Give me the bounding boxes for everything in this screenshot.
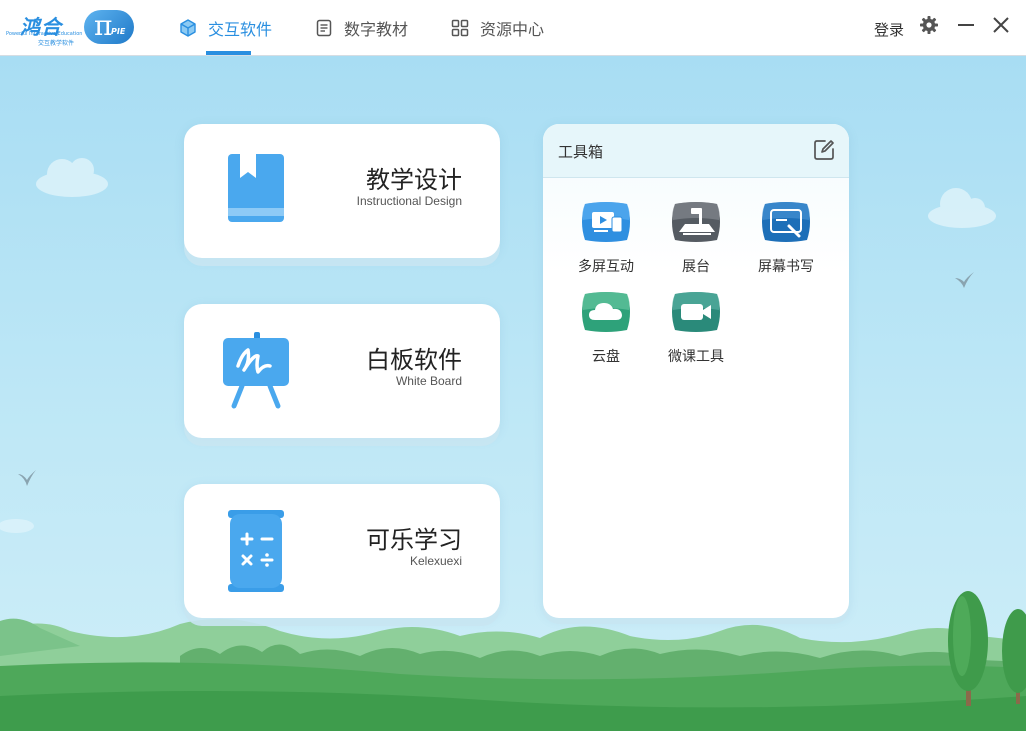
minimize-icon xyxy=(957,16,975,38)
instructional-design-card[interactable]: 教学设计 Instructional Design xyxy=(184,124,500,258)
tool-label: 展台 xyxy=(682,259,710,275)
toolbox-title: 工具箱 xyxy=(558,143,604,161)
tab-label: 资源中心 xyxy=(480,20,545,39)
book-icon xyxy=(220,148,296,234)
tool-label: 微课工具 xyxy=(668,349,724,365)
tool-multi-screen[interactable]: 多屏互动 xyxy=(571,200,641,284)
login-button[interactable]: 登录 xyxy=(874,19,904,40)
tool-document-camera[interactable]: 展台 xyxy=(661,200,731,284)
toolbox-panel: 工具箱 多屏互动 展台 屏幕书写 云盘 微课工具 xyxy=(543,124,849,618)
cube-icon xyxy=(178,18,198,38)
settings-button[interactable] xyxy=(918,16,940,38)
multi-screen-icon xyxy=(579,200,633,244)
card-subtitle: White Board xyxy=(395,374,462,388)
main-area: 教学设计 Instructional Design 白板软件 White Boa… xyxy=(0,56,1026,731)
document-camera-icon xyxy=(669,200,723,244)
tab-label: 交互软件 xyxy=(208,20,273,39)
tab-resource-center[interactable]: 资源中心 xyxy=(450,0,544,56)
tool-micro-lesson[interactable]: 微课工具 xyxy=(661,290,731,374)
kelexuexi-card[interactable]: 可乐学习 Kelexuexi xyxy=(184,484,500,618)
card-title: 白板软件 xyxy=(366,346,462,374)
screen-write-icon xyxy=(759,200,813,244)
tool-label: 云盘 xyxy=(592,349,620,365)
logo-english-text: Powerful Interactive Education xyxy=(6,31,83,37)
tool-cloud-disk[interactable]: 云盘 xyxy=(571,290,641,374)
video-camera-icon xyxy=(669,290,723,334)
logo-subtitle: 交互教学软件 xyxy=(38,40,75,47)
grid-icon xyxy=(450,18,470,38)
pi-logo-icon: π PIE xyxy=(84,10,134,44)
landscape-background xyxy=(0,158,1026,731)
card-subtitle: Instructional Design xyxy=(356,194,462,208)
gear-icon xyxy=(919,15,939,39)
easel-icon xyxy=(220,328,296,414)
tool-label: 屏幕书写 xyxy=(758,259,814,275)
app-logo: 鸿合 Powerful Interactive Education 交互教学软件… xyxy=(6,9,136,47)
tab-interactive-software[interactable]: 交互软件 xyxy=(178,0,272,56)
calculator-can-icon xyxy=(220,508,296,594)
close-icon xyxy=(992,16,1010,38)
card-title: 教学设计 xyxy=(366,166,462,194)
close-button[interactable] xyxy=(990,16,1012,38)
tool-screen-write[interactable]: 屏幕书写 xyxy=(751,200,821,284)
minimize-button[interactable] xyxy=(955,16,977,38)
tab-label: 数字教材 xyxy=(344,20,409,39)
tab-digital-textbook[interactable]: 数字教材 xyxy=(314,0,408,56)
active-tab-indicator xyxy=(206,51,251,55)
edit-icon[interactable] xyxy=(812,138,836,162)
card-subtitle: Kelexuexi xyxy=(409,554,462,568)
card-title: 可乐学习 xyxy=(366,526,462,554)
cloud-icon xyxy=(579,290,633,334)
toolbox-header: 工具箱 xyxy=(543,124,849,178)
document-icon xyxy=(314,18,334,38)
tool-label: 多屏互动 xyxy=(578,259,634,275)
title-bar: 鸿合 Powerful Interactive Education 交互教学软件… xyxy=(0,0,1026,56)
whiteboard-card[interactable]: 白板软件 White Board xyxy=(184,304,500,438)
